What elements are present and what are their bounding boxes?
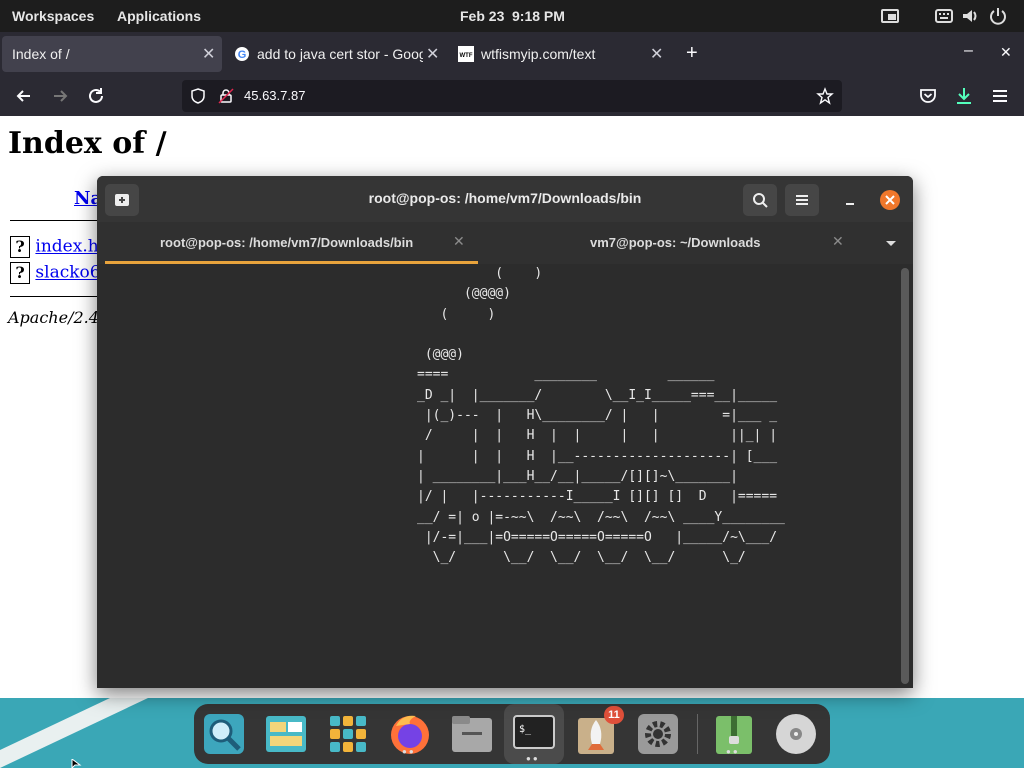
menu-icon[interactable] bbox=[990, 86, 1010, 106]
forward-icon[interactable] bbox=[50, 86, 70, 106]
file-link[interactable]: slacko6 bbox=[35, 263, 100, 283]
running-indicator: ●● bbox=[726, 747, 740, 756]
menu-icon bbox=[796, 195, 808, 205]
close-icon[interactable] bbox=[879, 189, 901, 211]
server-signature: Apache/2.4 bbox=[8, 308, 99, 327]
disc-icon bbox=[776, 714, 816, 754]
dock-files-viewer[interactable] bbox=[264, 712, 308, 756]
mouse-cursor-icon bbox=[71, 759, 82, 768]
top-panel: Workspaces Applications Feb 23 9:18 PM bbox=[0, 0, 1024, 32]
browser-tab-index[interactable]: Index of / ✕ bbox=[2, 36, 222, 72]
terminal-tab-vm7[interactable]: vm7@pop-os: ~/Downloads ✕ bbox=[480, 222, 858, 264]
power-icon[interactable] bbox=[988, 6, 1008, 26]
browser-nav-bar: 45.63.7.87 bbox=[0, 76, 1024, 116]
dock: ●● $_ ●● 11 ●● bbox=[194, 704, 830, 764]
shield-icon[interactable] bbox=[190, 88, 206, 104]
svg-text:$_: $_ bbox=[519, 724, 532, 735]
search-icon bbox=[753, 193, 768, 208]
dock-search-app[interactable] bbox=[202, 712, 246, 756]
terminal-scrollbar[interactable] bbox=[901, 268, 909, 684]
desktop: Workspaces Applications Feb 23 9:18 PM I… bbox=[0, 0, 1024, 768]
browser-tab-wtfismyip[interactable]: WTF wtfismyip.com/text ✕ bbox=[450, 36, 670, 72]
dock-app-grid[interactable] bbox=[326, 712, 370, 756]
close-icon[interactable]: ✕ bbox=[453, 233, 465, 250]
search-button[interactable] bbox=[743, 184, 777, 216]
close-icon[interactable]: ✕ bbox=[202, 44, 215, 64]
insecure-lock-icon[interactable] bbox=[218, 88, 234, 104]
keyboard-icon[interactable] bbox=[934, 6, 954, 26]
running-indicator: ●● bbox=[402, 747, 416, 756]
file-link[interactable]: index.ht bbox=[35, 237, 105, 257]
url-text[interactable]: 45.63.7.87 bbox=[244, 88, 305, 103]
tabs-dropdown-icon[interactable] bbox=[884, 238, 898, 248]
terminal-window: root@pop-os: /home/vm7/Downloads/bin roo… bbox=[97, 176, 913, 688]
running-indicator: ●● bbox=[526, 754, 540, 763]
tab-title: Index of / bbox=[12, 46, 70, 62]
terminal-icon: $_ bbox=[513, 715, 555, 749]
folder-icon bbox=[452, 716, 492, 752]
favicon-letter: WTF bbox=[460, 53, 473, 59]
tab-title: wtfismyip.com/text bbox=[481, 46, 596, 62]
workspaces-button[interactable]: Workspaces bbox=[12, 8, 94, 24]
tab-title: add to java cert stor - Goog bbox=[257, 46, 423, 62]
minimize-icon[interactable] bbox=[842, 192, 858, 208]
terminal-tab-bar: root@pop-os: /home/vm7/Downloads/bin ✕ v… bbox=[97, 222, 913, 264]
favicon-letter: G bbox=[238, 49, 247, 61]
terminal-output: ( ) (@@@@) ( ) (@@@) ==== ________ _____… bbox=[417, 266, 785, 566]
browser-tab-google[interactable]: G add to java cert stor - Goog ✕ bbox=[226, 36, 446, 72]
downloads-icon[interactable] bbox=[954, 86, 974, 106]
bookmark-star-icon[interactable] bbox=[816, 87, 834, 105]
browser-tab-bar: Index of / ✕ G add to java cert stor - G… bbox=[0, 32, 1024, 76]
dock-settings[interactable] bbox=[636, 712, 680, 756]
close-icon[interactable]: ✕ bbox=[832, 233, 844, 250]
file-row: ? slacko6 bbox=[10, 262, 101, 284]
close-icon[interactable]: ✕ bbox=[426, 44, 439, 64]
notification-badge: 11 bbox=[604, 706, 624, 724]
minimize-icon[interactable]: – bbox=[964, 42, 973, 60]
dock-firefox[interactable]: ●● bbox=[388, 712, 432, 756]
dock-disk-utility[interactable] bbox=[774, 712, 818, 756]
unknown-file-icon: ? bbox=[10, 236, 30, 258]
reload-icon[interactable] bbox=[86, 86, 106, 106]
terminal-tab-root[interactable]: root@pop-os: /home/vm7/Downloads/bin ✕ bbox=[105, 222, 478, 264]
magnifier-icon bbox=[204, 714, 244, 754]
dock-separator bbox=[697, 714, 698, 754]
wtf-favicon-icon: WTF bbox=[458, 46, 474, 62]
close-window-icon[interactable]: ✕ bbox=[1000, 44, 1012, 61]
clock-date[interactable]: Feb 23 bbox=[460, 8, 504, 24]
settings-gear-icon bbox=[638, 714, 678, 754]
close-icon[interactable]: ✕ bbox=[650, 44, 663, 64]
volume-icon[interactable] bbox=[960, 6, 980, 26]
hamburger-menu-button[interactable] bbox=[785, 184, 819, 216]
new-tab-button[interactable]: + bbox=[686, 42, 698, 65]
windows-icon bbox=[266, 716, 306, 752]
dock-archive-manager[interactable]: ●● bbox=[712, 712, 756, 756]
google-favicon-icon: G bbox=[235, 47, 249, 61]
file-row: ? index.ht bbox=[10, 236, 106, 258]
screenshot-icon[interactable] bbox=[880, 6, 900, 26]
page-heading: Index of / bbox=[8, 126, 167, 161]
tab-label: vm7@pop-os: ~/Downloads bbox=[590, 235, 761, 250]
unknown-file-icon: ? bbox=[10, 262, 30, 284]
clock-time[interactable]: 9:18 PM bbox=[512, 8, 565, 24]
terminal-header: root@pop-os: /home/vm7/Downloads/bin bbox=[97, 176, 913, 222]
dock-launcher[interactable]: 11 bbox=[574, 706, 624, 756]
tab-label: root@pop-os: /home/vm7/Downloads/bin bbox=[160, 235, 414, 250]
url-bar[interactable]: 45.63.7.87 bbox=[182, 80, 842, 112]
app-grid-icon bbox=[330, 716, 366, 752]
terminal-output-area[interactable]: ( ) (@@@@) ( ) (@@@) ==== ________ _____… bbox=[97, 264, 913, 688]
pocket-icon[interactable] bbox=[918, 86, 938, 106]
dock-terminal[interactable]: $_ ●● bbox=[504, 704, 564, 764]
back-icon[interactable] bbox=[14, 86, 34, 106]
applications-button[interactable]: Applications bbox=[117, 8, 201, 24]
dock-file-manager[interactable] bbox=[450, 712, 494, 756]
